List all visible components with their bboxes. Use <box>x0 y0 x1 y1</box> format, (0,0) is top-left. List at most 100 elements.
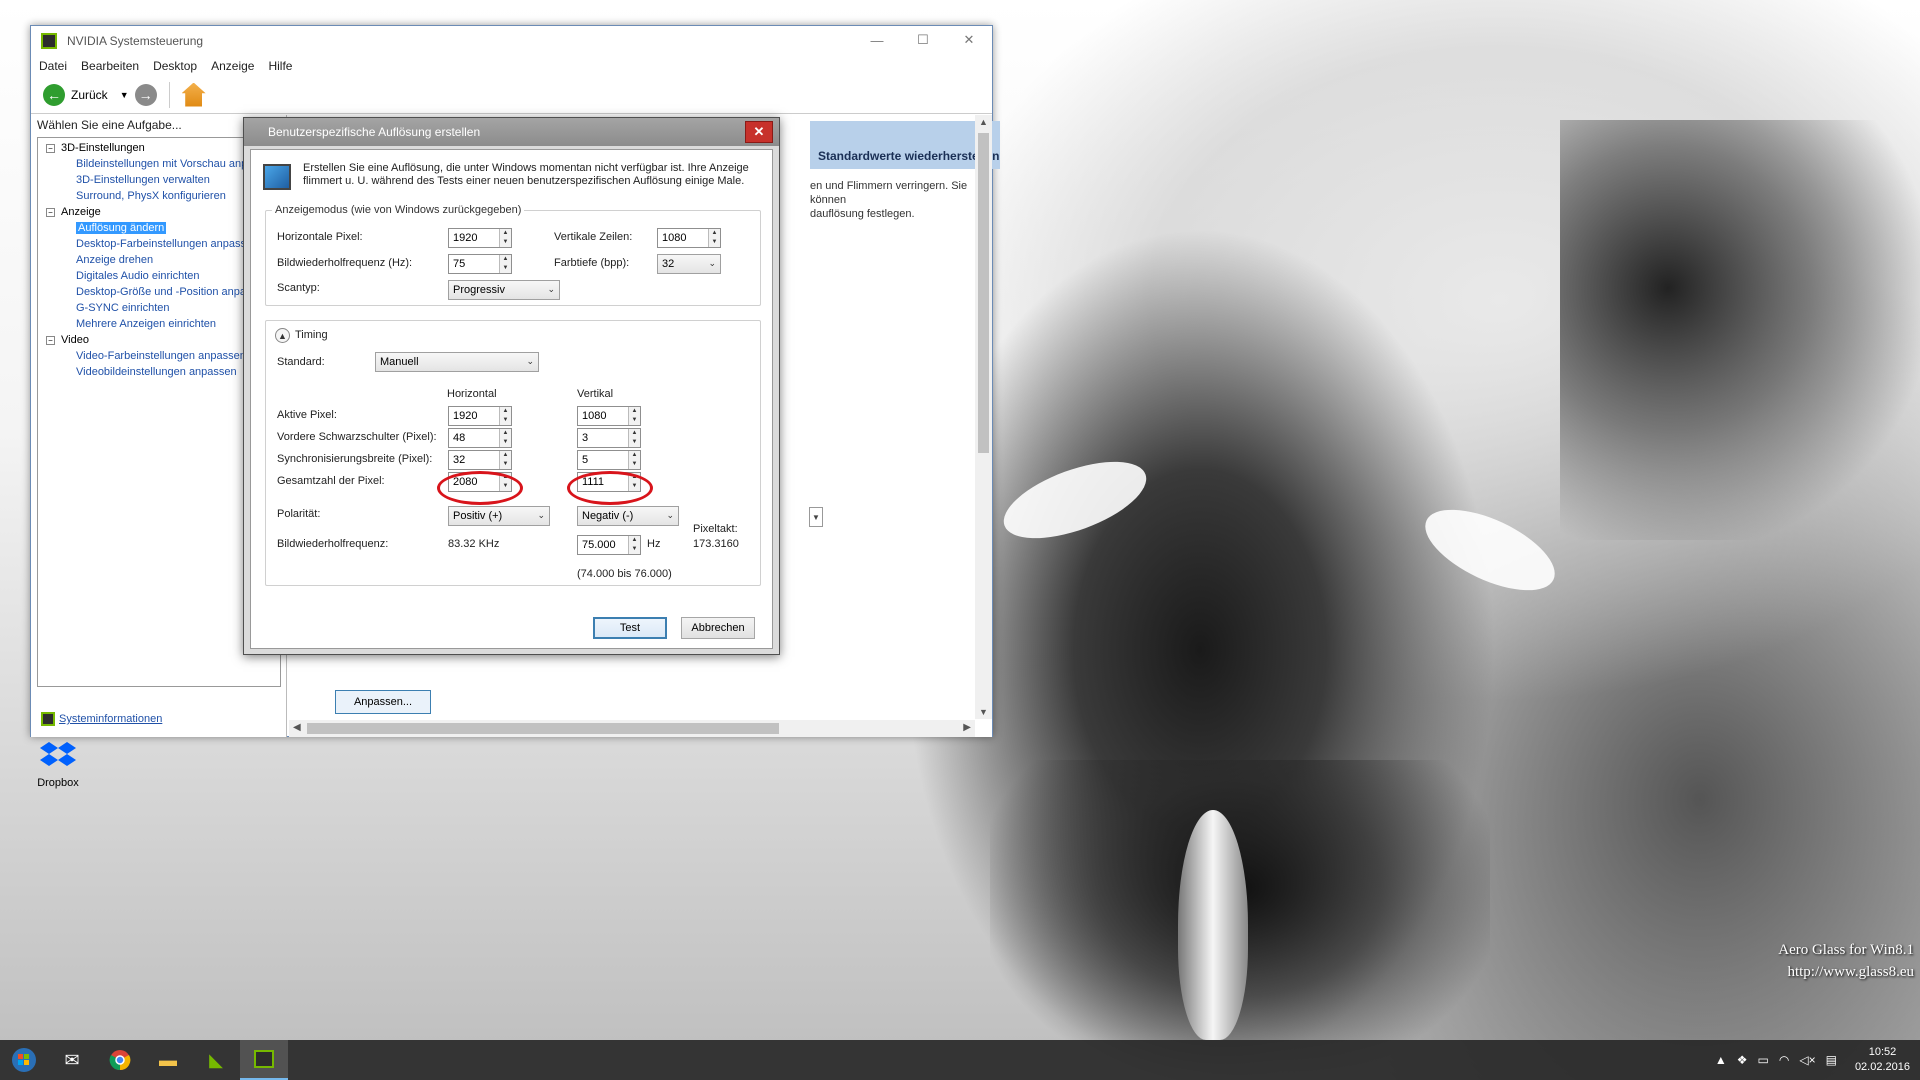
refresh-value: 75 <box>453 258 466 270</box>
start-button[interactable] <box>0 1040 48 1080</box>
cancel-button[interactable]: Abbrechen <box>681 617 755 639</box>
notifications-icon[interactable]: ▤ <box>1826 1053 1837 1067</box>
timing-h-stepper[interactable]: 48 ▲ ▼ <box>448 428 512 448</box>
timing-row-label: Aktive Pixel: <box>277 409 337 421</box>
sysinfo-link[interactable]: Systeminformationen <box>41 712 162 726</box>
dropbox-desktop-icon[interactable]: Dropbox <box>28 740 88 789</box>
stepper-arrows-icon[interactable]: ▲ ▼ <box>499 407 511 425</box>
nvidia-app-icon <box>41 33 57 49</box>
battery-icon[interactable]: ▭ <box>1758 1053 1769 1067</box>
standard-select[interactable]: Manuell ⌄ <box>375 352 539 372</box>
dialog-close-button[interactable]: ✕ <box>745 121 773 143</box>
dialog-body: Erstellen Sie eine Auflösung, die unter … <box>250 149 773 649</box>
scroll-up-icon[interactable]: ▲ <box>975 117 992 127</box>
tray-expand-icon[interactable]: ▲ <box>1715 1053 1727 1067</box>
collapse-icon[interactable]: − <box>46 207 55 217</box>
stepper-arrows-icon[interactable]: ▲ ▼ <box>499 229 511 247</box>
toolbar-separator <box>168 81 170 108</box>
freq-v-stepper[interactable]: 75.000 ▲ ▼ <box>577 535 641 555</box>
collapse-icon[interactable]: − <box>46 143 55 153</box>
watermark-line-1: Aero Glass for Win8.1 <box>1778 942 1914 958</box>
windows-start-icon <box>12 1048 36 1072</box>
timing-h-stepper[interactable]: 32 ▲ ▼ <box>448 450 512 470</box>
collapse-icon[interactable]: − <box>46 335 55 345</box>
wifi-icon[interactable]: ◠ <box>1779 1053 1789 1067</box>
customize-button[interactable]: Anpassen... <box>335 690 431 714</box>
scroll-left-icon[interactable]: ◀ <box>293 722 301 733</box>
stepper-arrows-icon[interactable]: ▲ ▼ <box>499 451 511 469</box>
test-button[interactable]: Test <box>593 617 667 639</box>
mail-taskbar-icon[interactable]: ✉ <box>48 1040 96 1080</box>
vertical-scrollbar[interactable]: ▲ ▼ <box>975 115 992 719</box>
timing-row-label: Vordere Schwarzschulter (Pixel): <box>277 431 437 443</box>
close-button[interactable]: ✕ <box>946 26 992 54</box>
scroll-right-icon[interactable]: ▶ <box>963 722 971 733</box>
dialog-title[interactable]: Benutzerspezifische Auflösung erstellen <box>244 118 779 146</box>
timing-value: 5 <box>582 454 589 466</box>
home-icon[interactable] <box>181 82 206 107</box>
freq-range: (74.000 bis 76.000) <box>577 568 672 580</box>
v-lines-label: Vertikale Zeilen: <box>554 231 633 243</box>
timing-v-stepper[interactable]: 1080 ▲ ▼ <box>577 406 641 426</box>
tree-label: G-SYNC einrichten <box>76 302 170 314</box>
menu-datei[interactable]: Datei <box>39 59 67 73</box>
menu-desktop[interactable]: Desktop <box>153 59 197 73</box>
polarity-v-select[interactable]: Negativ (-) ⌄ <box>577 506 679 526</box>
minimize-button[interactable]: — <box>854 26 900 54</box>
stepper-arrows-icon[interactable]: ▲ ▼ <box>628 451 640 469</box>
partial-dropdown-icon[interactable]: ▼ <box>809 507 823 527</box>
nvidia-panel-taskbar-icon[interactable] <box>240 1040 288 1080</box>
freq-label: Bildwiederholfrequenz: <box>277 538 389 550</box>
stepper-arrows-icon[interactable]: ▲ ▼ <box>628 429 640 447</box>
color-depth-select[interactable]: 32 ⌄ <box>657 254 721 274</box>
window-title: NVIDIA Systemsteuerung <box>67 34 204 48</box>
stepper-arrows-icon[interactable]: ▲ ▼ <box>499 255 511 273</box>
menu-hilfe[interactable]: Hilfe <box>268 59 292 73</box>
nvidia-taskbar-icon[interactable]: ◣ <box>192 1040 240 1080</box>
back-history-dropdown-icon[interactable]: ▼ <box>120 90 129 100</box>
dropbox-tray-icon[interactable]: ❖ <box>1737 1053 1748 1067</box>
horizontal-scroll-thumb[interactable] <box>307 723 779 734</box>
dialog-intro: Erstellen Sie eine Auflösung, die unter … <box>303 162 749 187</box>
forward-arrow-icon[interactable]: → <box>134 83 157 106</box>
clock[interactable]: 10:52 02.02.2016 <box>1855 1045 1910 1075</box>
timing-h-stepper[interactable]: 1920 ▲ ▼ <box>448 406 512 426</box>
clock-date: 02.02.2016 <box>1854 1061 1910 1073</box>
menu-anzeige[interactable]: Anzeige <box>211 59 254 73</box>
tree-label: Video-Farbeinstellungen anpassen <box>76 350 246 362</box>
standard-value: Manuell <box>380 356 419 368</box>
tree-label: Digitales Audio einrichten <box>76 270 200 282</box>
polarity-h-select[interactable]: Positiv (+) ⌄ <box>448 506 550 526</box>
v-lines-stepper[interactable]: 1080 ▲ ▼ <box>657 228 721 248</box>
stepper-arrows-icon[interactable]: ▲ ▼ <box>499 429 511 447</box>
nvidia-info-icon <box>41 712 55 726</box>
monitor-icon <box>263 164 291 190</box>
maximize-button[interactable]: ☐ <box>900 26 946 54</box>
back-arrow-icon[interactable]: ← <box>43 83 65 106</box>
tree-label: 3D-Einstellungen <box>61 142 145 154</box>
stepper-arrows-icon[interactable]: ▲ ▼ <box>628 536 640 554</box>
restore-defaults-link[interactable]: Standardwerte wiederherstellen <box>810 121 1000 169</box>
scan-type-select[interactable]: Progressiv ⌄ <box>448 280 560 300</box>
horizontal-scrollbar[interactable]: ◀ ▶ <box>289 720 975 737</box>
explorer-taskbar-icon[interactable]: ▬ <box>144 1040 192 1080</box>
title-bar[interactable]: NVIDIA Systemsteuerung <box>31 26 992 56</box>
folder-icon: ▬ <box>159 1049 177 1070</box>
volume-icon[interactable]: ◁× <box>1799 1053 1815 1067</box>
vertical-scroll-thumb[interactable] <box>978 133 989 453</box>
h-pixels-stepper[interactable]: 1920 ▲ ▼ <box>448 228 512 248</box>
back-button-label[interactable]: Zurück <box>71 88 108 102</box>
stepper-arrows-icon[interactable]: ▲ ▼ <box>628 407 640 425</box>
chrome-taskbar-icon[interactable] <box>96 1040 144 1080</box>
collapse-timing-icon[interactable]: ▲ <box>275 328 290 343</box>
refresh-stepper[interactable]: 75 ▲ ▼ <box>448 254 512 274</box>
v-lines-value: 1080 <box>662 232 687 244</box>
freq-h-value: 83.32 KHz <box>448 538 500 550</box>
scroll-down-icon[interactable]: ▼ <box>975 707 992 717</box>
menu-bearbeiten[interactable]: Bearbeiten <box>81 59 139 73</box>
timing-v-stepper[interactable]: 5 ▲ ▼ <box>577 450 641 470</box>
timing-v-stepper[interactable]: 3 ▲ ▼ <box>577 428 641 448</box>
window-controls: — ☐ ✕ <box>854 26 992 54</box>
timing-value: 1920 <box>453 410 478 422</box>
stepper-arrows-icon[interactable]: ▲ ▼ <box>708 229 720 247</box>
